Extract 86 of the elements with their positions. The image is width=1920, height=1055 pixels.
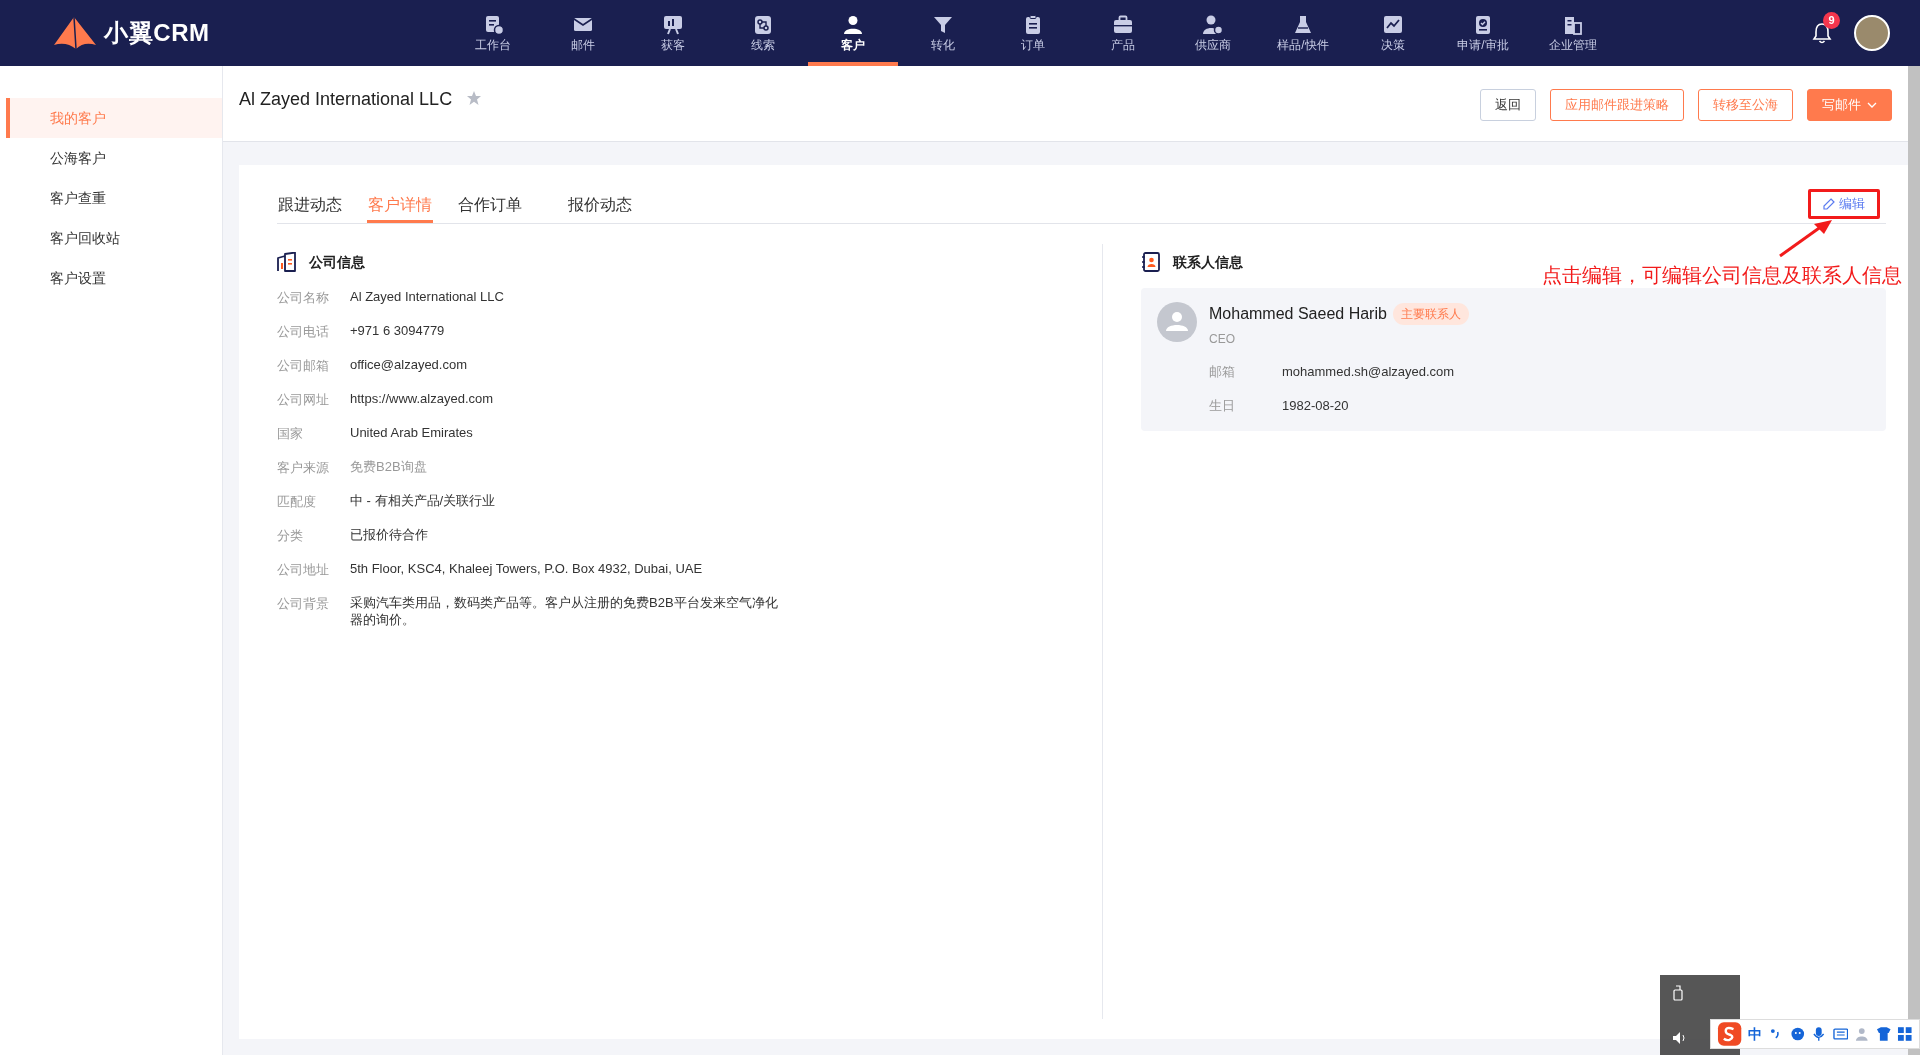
edit-button[interactable]: 编辑 — [1808, 189, 1880, 219]
nav-item[interactable]: 供应商 — [1168, 0, 1258, 66]
contact-card-icon — [1141, 252, 1161, 272]
field-label: 国家 — [277, 425, 304, 443]
checked-document-icon — [1473, 14, 1493, 35]
field-label: 公司网址 — [277, 391, 330, 409]
nav-item[interactable]: 邮件 — [538, 0, 628, 66]
nav-item[interactable]: 产品 — [1078, 0, 1168, 66]
sidebar-item[interactable]: 客户查重 — [6, 178, 222, 218]
grid-icon[interactable] — [1897, 1026, 1913, 1042]
field-value: Al Zayed International LLC — [350, 288, 505, 305]
field-label: 匹配度 — [277, 493, 317, 511]
tab[interactable]: 合作订单 — [457, 189, 523, 223]
field-label: 分类 — [277, 527, 304, 545]
field-label: 客户来源 — [277, 459, 330, 477]
clipboard-icon[interactable] — [1672, 985, 1684, 1001]
field-label: 公司背景 — [277, 595, 330, 613]
link-document-icon — [753, 14, 773, 35]
filter-icon — [933, 14, 953, 35]
contact-name: Mohammed Saeed Harib — [1209, 304, 1387, 324]
building-icon — [1563, 14, 1583, 35]
contact-role: CEO — [1209, 331, 1236, 348]
ime-mode-toggle[interactable]: 中 — [1748, 1023, 1763, 1045]
field-label: 公司地址 — [277, 561, 330, 579]
ime-logo-icon[interactable] — [1717, 1021, 1743, 1047]
notification-badge: 9 — [1823, 12, 1840, 29]
sidebar-item[interactable]: 客户设置 — [6, 258, 222, 298]
field-value: 5th Floor, KSC4, Khaleej Towers, P.O. Box 4932, Dubai, UAE — [350, 560, 704, 577]
presentation-chart-icon — [663, 14, 683, 35]
field-value: +971 6 3094779 — [350, 322, 446, 339]
section-title: 联系人信息 — [1173, 252, 1243, 272]
emoji-icon[interactable] — [1789, 1026, 1806, 1042]
nav-item[interactable]: 转化 — [898, 0, 988, 66]
nav-item[interactable]: 订单 — [988, 0, 1078, 66]
nav-item[interactable]: 线索 — [718, 0, 808, 66]
primary-contact-badge: 主要联系人 — [1392, 303, 1469, 325]
nav-item[interactable]: 决策 — [1348, 0, 1438, 66]
nav-item[interactable]: 获客 — [628, 0, 718, 66]
chevron-down-icon — [1867, 102, 1877, 108]
annotation-text: 点击编辑，可编辑公司信息及联系人信息 — [1542, 263, 1902, 288]
field-value: office@alzayed.com — [350, 356, 468, 373]
person-gear-icon — [1203, 14, 1223, 35]
notification-bell-icon[interactable] — [1812, 22, 1832, 44]
tab[interactable]: 跟进动态 — [277, 189, 343, 223]
field-label: 公司名称 — [277, 289, 330, 307]
field-label: 公司邮箱 — [277, 357, 330, 375]
microphone-icon[interactable] — [1811, 1026, 1827, 1042]
nav-item[interactable]: 客户 — [808, 0, 898, 66]
field-value: 已报价待合作 — [350, 526, 429, 543]
star-icon[interactable] — [466, 90, 483, 106]
keyboard-icon[interactable] — [1832, 1026, 1849, 1042]
flask-icon — [1293, 14, 1313, 35]
field-label: 公司电话 — [277, 323, 330, 341]
user-avatar[interactable] — [1854, 15, 1890, 51]
customer-title: Al Zayed International LLC — [239, 88, 453, 111]
briefcase-icon — [1113, 14, 1133, 35]
nav-item[interactable]: 企业管理 — [1528, 0, 1618, 66]
field-label: 邮箱 — [1209, 363, 1236, 381]
speaker-icon[interactable] — [1672, 1031, 1688, 1045]
annotation-arrow — [1778, 218, 1834, 258]
nav-item[interactable]: 工作台 — [448, 0, 538, 66]
person-icon — [843, 14, 863, 35]
pencil-icon — [1823, 198, 1835, 210]
tab[interactable]: 报价动态 — [567, 189, 633, 223]
field-value: 采购汽车类用品，数码类产品等。客户从注册的免费B2B平台发来空气净化器的询价。 — [350, 594, 779, 628]
nav-item[interactable]: 申请/审批 — [1438, 0, 1528, 66]
field-value: mohammed.sh@alzayed.com — [1282, 363, 1455, 381]
nav-item[interactable]: 样品/快件 — [1258, 0, 1348, 66]
avatar-silhouette-icon — [1157, 302, 1197, 342]
field-value: 免费B2B询盘 — [350, 458, 428, 475]
sidebar-item[interactable]: 客户回收站 — [6, 218, 222, 258]
field-label: 生日 — [1209, 396, 1236, 415]
field-value: 中 - 有相关产品/关联行业 — [350, 492, 497, 509]
logo-text: 小翼CRM — [104, 18, 210, 48]
clipboard-icon — [1023, 14, 1043, 35]
building-icon — [277, 252, 297, 272]
document-clock-icon — [483, 14, 503, 35]
page-scrollbar[interactable] — [1908, 66, 1920, 1055]
sidebar-item[interactable]: 公海客户 — [6, 138, 222, 178]
field-value: https://www.alzayed.com — [350, 390, 495, 407]
shirt-icon[interactable] — [1875, 1026, 1892, 1042]
field-value: 1982-08-20 — [1282, 396, 1349, 415]
back-button[interactable]: 返回 — [1480, 89, 1536, 121]
field-value: United Arab Emirates — [350, 424, 474, 441]
section-title: 公司信息 — [309, 252, 365, 272]
line-chart-icon — [1383, 14, 1403, 35]
